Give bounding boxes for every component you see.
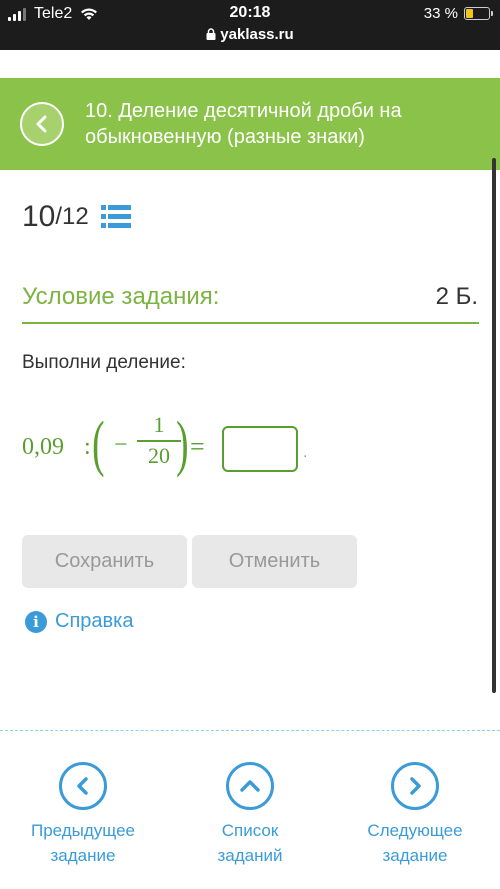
- list-icon[interactable]: [100, 204, 131, 230]
- battery-icon: [464, 7, 493, 20]
- help-label: Справка: [55, 610, 134, 632]
- list-circle: [226, 762, 274, 810]
- status-right: 33 %: [423, 5, 493, 22]
- browser-top-strip: [0, 50, 500, 80]
- minus-sign: −: [114, 432, 128, 458]
- info-icon: i: [25, 610, 47, 633]
- previous-task-label: Предыдущее задание: [8, 818, 158, 868]
- task-progress: 10 /12: [22, 200, 131, 234]
- task-list-label-line1: Список: [221, 821, 279, 840]
- prev-circle: [59, 762, 107, 810]
- fraction: 1 20: [137, 412, 181, 469]
- next-circle: [391, 762, 439, 810]
- battery-percent: 33 %: [423, 5, 458, 22]
- fraction-bar: [137, 440, 181, 442]
- previous-task-button[interactable]: Предыдущее задание: [8, 762, 158, 868]
- open-paren: (: [92, 410, 105, 478]
- total-tasks: /12: [55, 203, 89, 230]
- exercise-header: 10. Деление десятичной дроби на обыкнове…: [0, 78, 500, 170]
- task-list-button[interactable]: Список заданий: [175, 762, 325, 868]
- task-list-label: Список заданий: [175, 818, 325, 868]
- chevron-right-icon: [410, 777, 421, 795]
- nav-divider: [0, 730, 500, 731]
- task-instruction: Выполни деление:: [22, 352, 186, 373]
- save-button[interactable]: Сохранить: [22, 535, 187, 588]
- url-text: yaklass.ru: [220, 26, 294, 43]
- task-list-label-line2: заданий: [217, 846, 283, 865]
- chevron-left-icon: [36, 115, 47, 133]
- points-value: 2 Б.: [435, 283, 478, 310]
- cancel-button[interactable]: Отменить: [192, 535, 357, 588]
- answer-input[interactable]: [222, 426, 298, 472]
- lock-icon: [206, 28, 216, 40]
- dividend: 0,09: [22, 434, 64, 460]
- exercise-title: 10. Деление десятичной дроби на обыкнове…: [85, 100, 402, 148]
- next-task-label-line1: Следующее: [367, 821, 463, 840]
- current-task-number: 10: [22, 200, 56, 233]
- chevron-up-icon: [240, 780, 260, 792]
- denominator: 20: [148, 443, 170, 468]
- equals-sign: =: [190, 432, 205, 461]
- help-link[interactable]: i Справка: [25, 610, 133, 633]
- trailing-period: .: [303, 444, 308, 461]
- next-task-label-line2: задание: [382, 846, 448, 865]
- previous-task-label-line1: Предыдущее: [30, 821, 136, 840]
- next-task-button[interactable]: Следующее задание: [340, 762, 490, 868]
- division-sign: :: [84, 434, 91, 460]
- scrollbar[interactable]: [492, 158, 496, 693]
- back-button[interactable]: [20, 102, 64, 146]
- previous-task-label-line2: задание: [50, 846, 116, 865]
- condition-divider: [22, 322, 479, 324]
- address-bar[interactable]: yaklass.ru: [0, 26, 500, 43]
- next-task-label: Следующее задание: [340, 818, 490, 868]
- close-paren: ): [176, 410, 189, 478]
- numerator: 1: [153, 412, 165, 437]
- condition-title: Условие задания:: [22, 283, 220, 310]
- chevron-left-icon: [77, 777, 88, 795]
- status-bar: Tele2 20:18 yaklass.ru 33 %: [0, 0, 500, 50]
